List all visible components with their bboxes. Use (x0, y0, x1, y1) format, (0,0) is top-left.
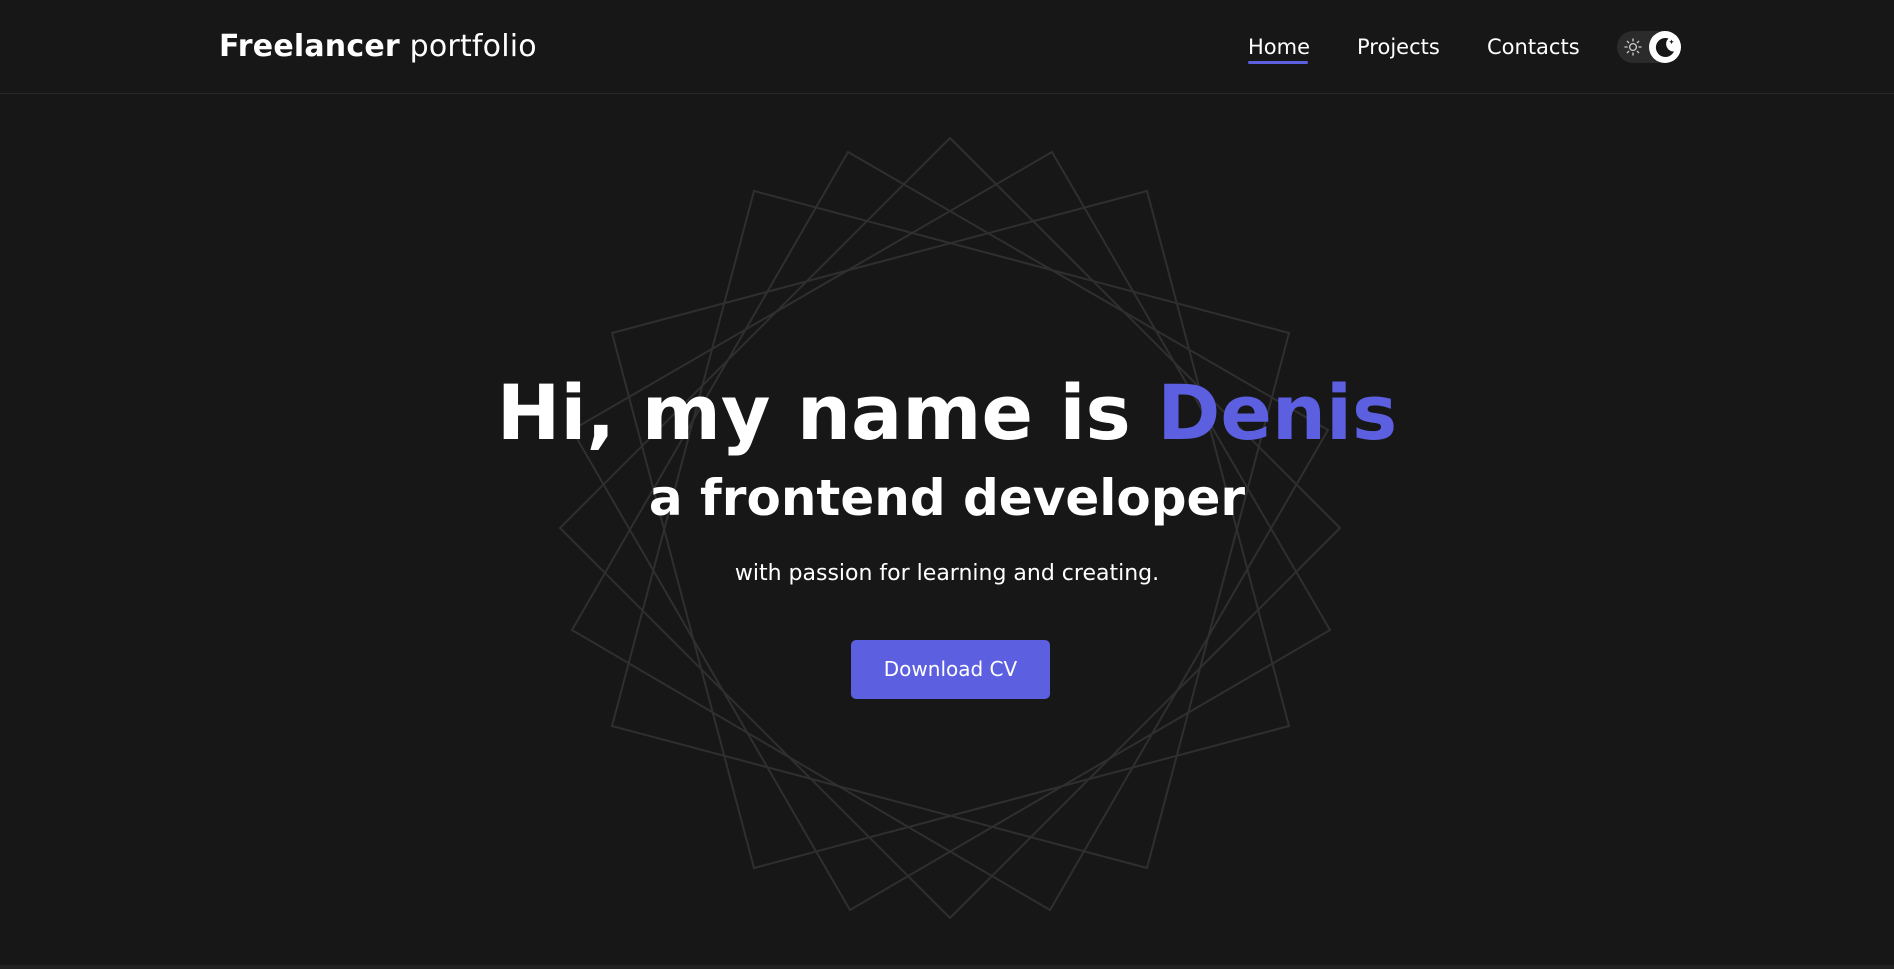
decor-square-5 (558, 136, 1342, 920)
hero-title-prefix: Hi, my name is (496, 368, 1131, 457)
decor-square-2 (610, 189, 1291, 870)
site-logo[interactable]: Freelancer portfolio (219, 29, 537, 65)
download-cv-button[interactable]: Download CV (851, 640, 1050, 699)
site-header: Freelancer portfolio Home Projects Conta… (0, 0, 1894, 94)
hero-tagline: with passion for learning and creating. (734, 561, 1160, 586)
hero-subtitle: a frontend developer (648, 469, 1246, 527)
nav-link-home[interactable]: Home (1248, 33, 1310, 61)
sun-icon (1624, 38, 1642, 56)
nav-link-contacts[interactable]: Contacts (1487, 33, 1580, 61)
active-nav-indicator (1248, 61, 1308, 64)
logo-bold-text: Freelancer (219, 29, 400, 64)
nav-link-projects[interactable]: Projects (1357, 33, 1440, 61)
page-bottom-edge (0, 965, 1894, 969)
decor-square-4 (570, 150, 1332, 912)
decor-square-1 (610, 189, 1291, 870)
logo-light-text: portfolio (409, 29, 537, 64)
hero-title: Hi, my name is Denis (0, 368, 1894, 458)
moon-icon (1655, 37, 1674, 57)
decor-square-3 (570, 150, 1330, 912)
theme-toggle-knob (1649, 31, 1681, 63)
theme-toggle[interactable] (1617, 31, 1681, 63)
hero-title-name: Denis (1157, 368, 1398, 457)
